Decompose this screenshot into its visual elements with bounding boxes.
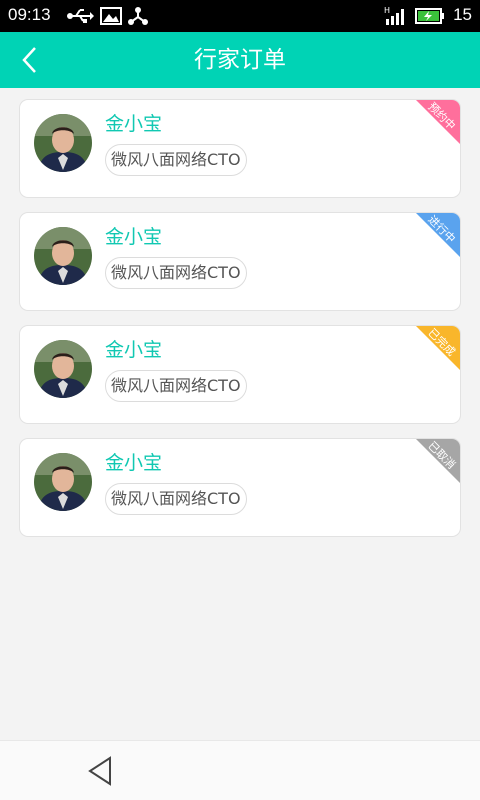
nav-back-button[interactable] [86, 755, 114, 787]
system-nav-bar [0, 740, 480, 800]
status-time: 09:13 [8, 5, 51, 24]
avatar [34, 227, 92, 285]
battery-charging-icon [415, 8, 444, 24]
avatar [34, 114, 92, 172]
avatar [34, 340, 92, 398]
signal-icon: H [384, 6, 404, 25]
status-ribbon: 预约中 [416, 100, 460, 144]
usb-icon [67, 9, 94, 23]
expert-name: 金小宝 [105, 226, 163, 248]
order-list: 金小宝 微风八面网络CTO 预约中 金小宝 微风八面网络CTO 进行中 金小宝 … [19, 99, 461, 551]
chevron-left-icon [22, 47, 36, 73]
app-header: 行家订单 [0, 32, 480, 88]
order-card[interactable]: 金小宝 微风八面网络CTO 已取消 [19, 438, 461, 537]
status-ribbon: 已取消 [416, 439, 460, 483]
status-bar: 09:13 H 15 [0, 0, 480, 32]
share-icon [128, 7, 148, 25]
expert-name: 金小宝 [105, 113, 163, 135]
expert-title-tag: 微风八面网络CTO [105, 257, 247, 289]
expert-name: 金小宝 [105, 339, 163, 361]
status-ribbon: 进行中 [416, 213, 460, 257]
svg-text:H: H [384, 6, 390, 15]
expert-title-tag: 微风八面网络CTO [105, 144, 247, 176]
battery-level: 15 [453, 5, 472, 24]
status-ribbon: 已完成 [416, 326, 460, 370]
avatar [34, 453, 92, 511]
image-icon [100, 7, 122, 25]
expert-title-tag: 微风八面网络CTO [105, 483, 247, 515]
order-card[interactable]: 金小宝 微风八面网络CTO 已完成 [19, 325, 461, 424]
order-card[interactable]: 金小宝 微风八面网络CTO 预约中 [19, 99, 461, 198]
back-button[interactable] [8, 38, 52, 82]
expert-name: 金小宝 [105, 452, 163, 474]
triangle-back-icon [88, 756, 111, 786]
page-title: 行家订单 [194, 47, 286, 73]
order-card[interactable]: 金小宝 微风八面网络CTO 进行中 [19, 212, 461, 311]
expert-title-tag: 微风八面网络CTO [105, 370, 247, 402]
